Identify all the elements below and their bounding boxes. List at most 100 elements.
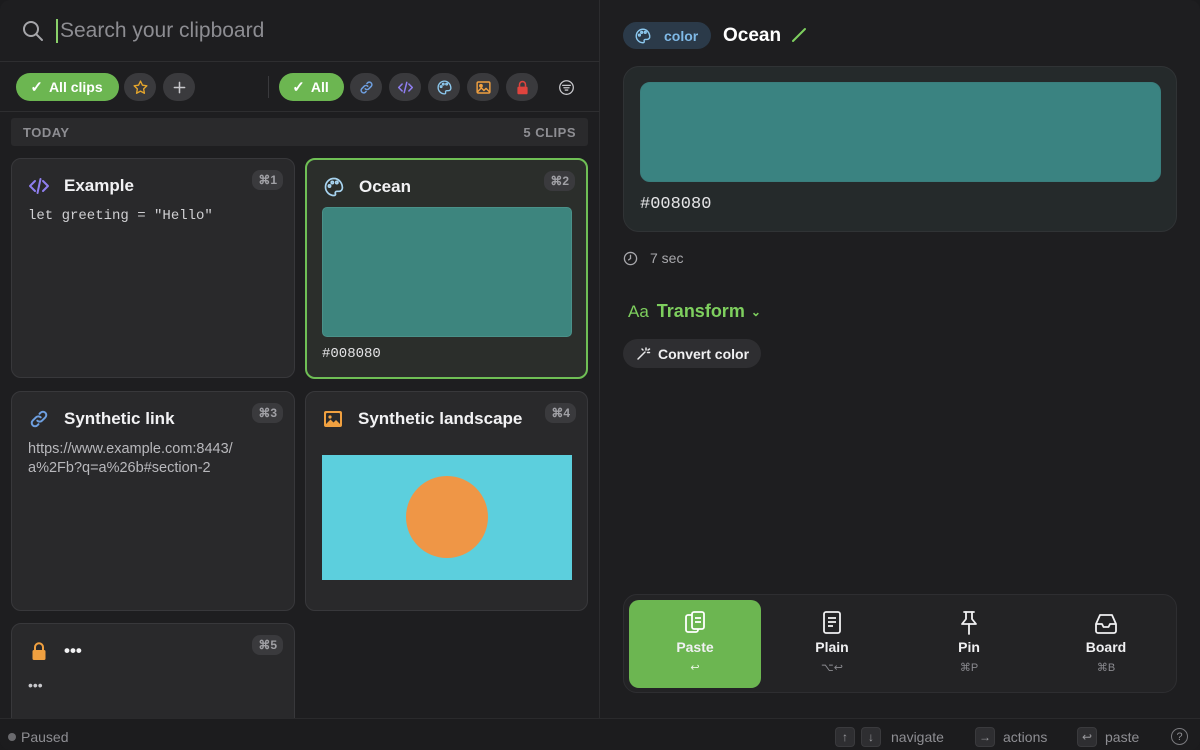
clip-card-header: ••• <box>28 640 82 662</box>
chevron-down-icon: ⌄ <box>750 304 761 319</box>
search-bar <box>0 0 600 62</box>
all-types-filter[interactable]: ✓ All <box>279 73 344 101</box>
star-icon <box>132 79 148 94</box>
palette-icon <box>635 28 651 43</box>
clip-shortcut-badge: ⌘5 <box>252 635 283 655</box>
image-icon <box>475 80 491 94</box>
board-label: Board <box>1085 639 1127 655</box>
status-dot <box>8 733 16 741</box>
clip-title: Example <box>64 176 134 195</box>
image-filter[interactable] <box>467 73 499 101</box>
section-label: TODAY <box>23 125 70 140</box>
pin-button[interactable]: Pin ⌘P <box>903 600 1035 688</box>
timestamp-text: 7 sec <box>650 250 684 266</box>
plain-label: Plain <box>815 639 849 655</box>
pin-label: Pin <box>958 639 980 655</box>
detail-pane: color Ocean #008080 7 sec Aa Transform ⌄… <box>601 0 1200 718</box>
clip-hex: #008080 <box>322 346 381 362</box>
palette-icon <box>436 79 452 95</box>
pin-icon <box>961 611 977 635</box>
paused-indicator[interactable]: Paused <box>8 729 68 745</box>
convert-color-label: Convert color <box>658 345 750 362</box>
clip-content: let greeting = "Hello" <box>28 208 213 224</box>
transform-label: Transform <box>656 301 745 321</box>
clip-card-header: Synthetic link <box>28 408 175 430</box>
tray-icon <box>1095 614 1117 634</box>
detail-title: Ocean <box>723 25 782 46</box>
clip-content: ••• <box>28 677 43 693</box>
all-clips-filter[interactable]: ✓ All clips <box>16 73 119 101</box>
convert-color-button[interactable]: Convert color <box>623 339 762 368</box>
clip-card-header: Synthetic landscape <box>322 408 522 430</box>
actions-label: actions <box>1003 729 1048 745</box>
color-filter[interactable] <box>428 73 460 101</box>
magic-wand-icon <box>637 346 651 360</box>
board-button[interactable]: Board ⌘B <box>1040 600 1172 688</box>
search-input[interactable] <box>56 18 556 43</box>
filter-menu-button[interactable] <box>550 73 582 101</box>
paste-icon <box>685 611 705 633</box>
color-preview: #008080 <box>623 66 1177 232</box>
clip-card-secure[interactable]: ••• ⌘5 ••• <box>11 623 295 733</box>
code-icon <box>29 178 49 194</box>
color-swatch-large <box>640 82 1161 182</box>
navigate-hint: ↑ ↓ navigate <box>835 727 944 747</box>
code-filter[interactable] <box>389 73 421 101</box>
link-filter[interactable] <box>350 73 382 101</box>
lock-icon <box>32 642 46 660</box>
all-types-label: All <box>310 79 329 95</box>
paste-plain-button[interactable]: Plain ⌥↩ <box>766 600 898 688</box>
clip-title: Synthetic landscape <box>358 409 523 428</box>
clip-card-header: Example <box>28 175 134 197</box>
lock-icon <box>516 80 528 94</box>
clock-icon <box>623 251 638 265</box>
text-format-icon: Aa <box>628 301 649 321</box>
clip-card-ocean[interactable]: Ocean ⌘2 #008080 <box>305 158 588 379</box>
clip-shortcut-badge: ⌘4 <box>545 403 576 423</box>
status-bar: Paused ↑ ↓ navigate → actions ↩ paste ? <box>0 718 1200 750</box>
landscape-thumbnail <box>322 455 572 580</box>
url-line-1: https://www.example.com:8443/ <box>28 441 233 457</box>
clip-card-example[interactable]: Example ⌘1 let greeting = "Hello" <box>11 158 295 378</box>
clip-title: ••• <box>64 641 82 660</box>
action-bar: Paste ↩ Plain ⌥↩ Pin ⌘P Board ⌘B <box>623 594 1177 693</box>
board-shortcut: ⌘B <box>1096 662 1116 674</box>
help-icon[interactable]: ? <box>1171 728 1188 745</box>
clip-shortcut-badge: ⌘2 <box>544 171 575 191</box>
filter-divider <box>268 76 269 98</box>
arrow-right-icon: → <box>975 727 995 747</box>
add-board-button[interactable] <box>163 73 195 101</box>
section-header: TODAY 5 CLIPS <box>11 118 588 146</box>
paste-button[interactable]: Paste ↩ <box>629 600 761 688</box>
paste-shortcut: ↩ <box>690 662 700 674</box>
plus-icon <box>173 81 185 93</box>
clip-title: Ocean <box>359 177 411 196</box>
clip-card-landscape[interactable]: Synthetic landscape ⌘4 <box>305 391 588 611</box>
search-icon <box>23 20 43 41</box>
url-line-2: a%2Fb?q=a%26b#section-2 <box>28 460 211 476</box>
link-icon <box>30 410 48 428</box>
navigate-label: navigate <box>891 729 944 745</box>
favorites-filter[interactable] <box>124 73 156 101</box>
arrow-up-icon: ↑ <box>835 727 855 747</box>
return-key-icon: ↩ <box>1077 727 1097 747</box>
rename-pencil-icon[interactable] <box>791 27 807 43</box>
paste-label: Paste <box>676 639 714 655</box>
timestamp: 7 sec <box>623 250 683 266</box>
clipboard-window: ✓ All clips ✓ All <box>0 0 1200 750</box>
pin-shortcut: ⌘P <box>959 662 979 674</box>
image-icon <box>324 411 342 427</box>
paste-hint: ↩ paste <box>1077 727 1139 747</box>
type-tag-label: color <box>664 27 699 44</box>
clip-list-pane: ✓ All clips ✓ All <box>0 0 600 733</box>
checkmark-icon: ✓ <box>292 79 305 96</box>
clip-title: Synthetic link <box>64 409 175 428</box>
paused-label: Paused <box>21 729 69 745</box>
clip-card-link[interactable]: Synthetic link ⌘3 https://www.example.co… <box>11 391 295 611</box>
actions-hint: → actions <box>975 727 1047 747</box>
document-icon <box>823 611 841 634</box>
transform-menu[interactable]: Aa Transform ⌄ <box>628 301 761 322</box>
secure-filter[interactable] <box>506 73 538 101</box>
filter-lines-icon <box>558 79 574 95</box>
checkmark-icon: ✓ <box>30 79 43 96</box>
